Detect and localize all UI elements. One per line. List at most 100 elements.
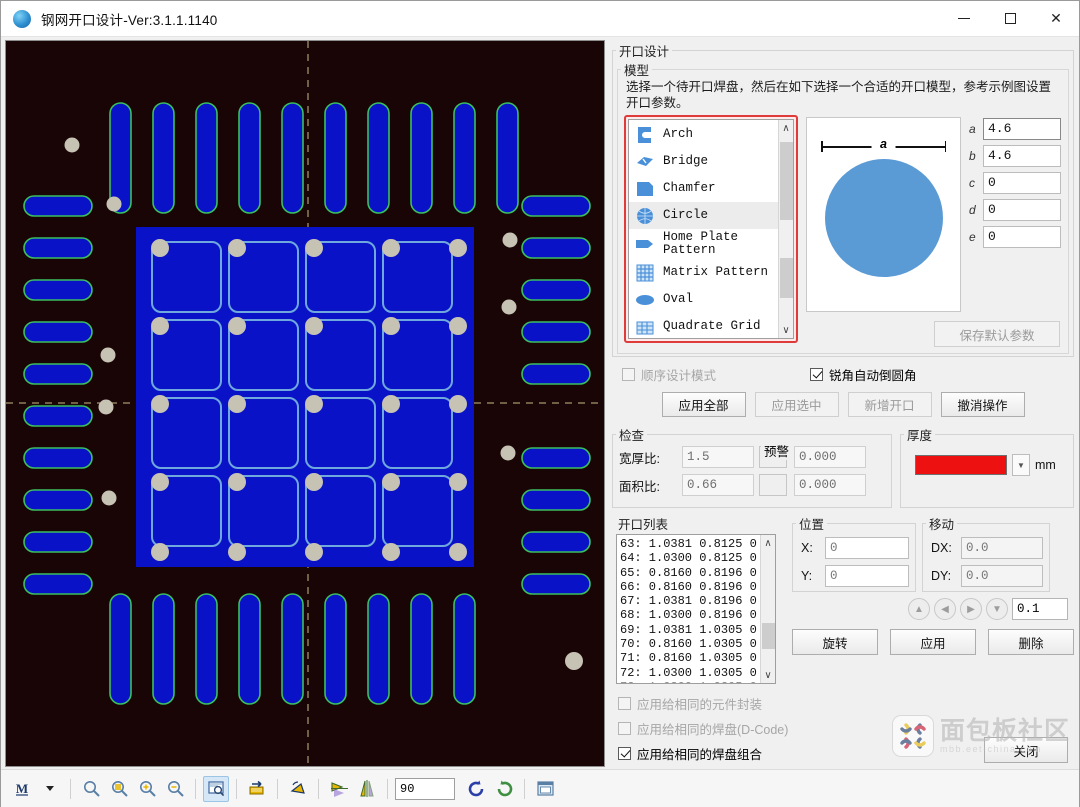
move-dy-input[interactable]: 0.0 — [961, 565, 1043, 587]
scroll-up-icon[interactable]: ∧ — [761, 535, 776, 551]
model-item-matrix-pattern[interactable]: Matrix Pattern — [629, 259, 778, 286]
apply-same-dcode-option[interactable]: 应用给相同的焊盘(D-Code) — [618, 719, 788, 738]
arrow-up-icon[interactable]: ▲ — [908, 598, 930, 620]
bridge-shape-icon — [634, 152, 656, 172]
arrow-down-icon[interactable]: ▼ — [986, 598, 1008, 620]
model-item-quadrate-grid[interactable]: Quadrate Grid — [629, 313, 778, 338]
delete-button[interactable]: 删除 — [988, 629, 1074, 655]
undo-button[interactable]: 撤消操作 — [940, 392, 1025, 417]
scroll-down-icon[interactable]: ∨ — [761, 667, 776, 683]
units-measure-icon[interactable]: M — [9, 776, 35, 802]
rotate-ccw-icon[interactable] — [463, 776, 489, 802]
scroll-thumb[interactable] — [779, 142, 793, 220]
dropdown-caret-icon[interactable] — [37, 776, 63, 802]
opening-list-row[interactable]: 72: 1.0300 1.0305 0 — [620, 666, 760, 680]
param-input-d[interactable]: 0 — [983, 199, 1061, 221]
param-input-e[interactable]: 0 — [983, 226, 1061, 248]
close-window-button[interactable]: ✕ — [1033, 1, 1079, 37]
stencil-aperture-canvas[interactable] — [5, 40, 605, 767]
auto-fillet-checkbox[interactable] — [810, 368, 824, 381]
opening-list-group: 开口列表 63: 1.0381 0.8125 0 64: 1.0300 0.81… — [612, 514, 786, 689]
zoom-fit-icon[interactable] — [106, 776, 132, 802]
mirror-vertical-icon[interactable] — [354, 776, 380, 802]
zoom-icon[interactable] — [78, 776, 104, 802]
opening-list-row[interactable]: 68: 1.0300 0.8196 0 — [620, 608, 760, 622]
apply-same-dcode-checkbox[interactable] — [618, 722, 631, 735]
zoom-in-icon[interactable] — [134, 776, 160, 802]
panel-toggle-icon[interactable] — [532, 776, 558, 802]
scroll-track[interactable] — [761, 551, 776, 667]
model-item-bridge[interactable]: Bridge — [629, 148, 778, 175]
width-thickness-warn-input[interactable]: 0.000 — [794, 446, 866, 468]
apply-button[interactable]: 应用 — [890, 629, 976, 655]
area-ratio-warn-input[interactable]: 0.000 — [794, 474, 866, 496]
model-item-chamfer[interactable]: Chamfer — [629, 175, 778, 202]
apply-all-button[interactable]: 应用全部 — [661, 392, 746, 417]
rotate-shape-icon[interactable] — [285, 776, 311, 802]
position-group-title: 位置 — [799, 518, 825, 532]
nudge-step-input[interactable]: 0.1 — [1012, 598, 1068, 620]
shape-preview: a — [806, 117, 961, 312]
auto-fillet-option[interactable]: 锐角自动倒圆角 — [810, 365, 917, 384]
opening-list-row[interactable]: 69: 1.0381 1.0305 0 — [620, 623, 760, 637]
opening-list-row[interactable]: 67: 1.0381 0.8196 0 — [620, 594, 760, 608]
arrow-right-icon[interactable]: ▶ — [960, 598, 982, 620]
scroll-thumb[interactable] — [761, 623, 775, 649]
param-input-a[interactable]: 4.6 — [983, 118, 1061, 140]
apply-same-padgroup-option[interactable]: 应用给相同的焊盘组合 — [618, 744, 788, 763]
model-listbox[interactable]: Arch Bridge Chamfer Circle Home Plate Pa… — [628, 119, 794, 339]
opening-design-group: 开口设计 模型 选择一个待开口焊盘，然后在如下选择一个合适的开口模型，参考示例图… — [612, 41, 1074, 357]
apply-same-footprint-checkbox[interactable] — [618, 697, 631, 710]
opening-list-row[interactable]: 70: 0.8160 1.0305 0 — [620, 637, 760, 651]
scroll-track[interactable] — [779, 136, 794, 322]
mirror-horizontal-icon[interactable] — [326, 776, 352, 802]
bottom-toolbar: M 90 — [1, 769, 1079, 807]
position-x-input[interactable]: 0 — [825, 537, 909, 559]
close-dialog-button[interactable]: 关闭 — [984, 737, 1068, 763]
apply-same-padgroup-checkbox[interactable] — [618, 747, 631, 760]
model-list-scrollbar[interactable]: ∧ ∨ — [778, 120, 793, 338]
save-default-params-button[interactable]: 保存默认参数 — [934, 321, 1060, 347]
maximize-button[interactable] — [987, 1, 1033, 37]
move-dx-input[interactable]: 0.0 — [961, 537, 1043, 559]
chevron-down-icon[interactable]: ▼ — [1012, 454, 1030, 476]
opening-list-row[interactable]: 66: 0.8160 0.8196 0 — [620, 580, 760, 594]
scroll-up-icon[interactable]: ∧ — [779, 120, 794, 136]
zoom-out-icon[interactable] — [162, 776, 188, 802]
param-input-b[interactable]: 4.6 — [983, 145, 1061, 167]
opening-list-row[interactable]: 73: 1.0300 1.0305 0 — [620, 680, 760, 683]
param-input-c[interactable]: 0 — [983, 172, 1061, 194]
rotation-angle-input[interactable]: 90 — [395, 777, 455, 800]
opening-list-row[interactable]: 63: 1.0381 0.8125 0 — [620, 537, 760, 551]
area-ratio-input[interactable]: 0.66 — [682, 474, 754, 496]
select-region-icon[interactable] — [203, 775, 229, 802]
thickness-color-swatch[interactable] — [915, 455, 1007, 475]
model-item-circle[interactable]: Circle — [629, 202, 778, 229]
opening-list-row[interactable]: 65: 0.8160 0.8196 0 — [620, 566, 760, 580]
apply-options-group: 应用给相同的元件封装 应用给相同的焊盘(D-Code) 应用给相同的焊盘组合 — [618, 694, 788, 763]
opening-list-row[interactable]: 71: 0.8160 1.0305 0 — [620, 651, 760, 665]
area-ratio-button[interactable] — [759, 474, 787, 496]
opening-list-scrollbar[interactable]: ∧ ∨ — [760, 535, 775, 683]
apply-same-footprint-option[interactable]: 应用给相同的元件封装 — [618, 694, 788, 713]
model-item-arch[interactable]: Arch — [629, 121, 778, 148]
arrow-left-icon[interactable]: ◀ — [934, 598, 956, 620]
model-item-oval[interactable]: Oval — [629, 286, 778, 313]
apply-same-dcode-label: 应用给相同的焊盘(D-Code) — [637, 723, 789, 737]
minimize-button[interactable] — [941, 1, 987, 37]
add-opening-button[interactable]: 新增开口 — [847, 392, 932, 417]
opening-list-box[interactable]: 63: 1.0381 0.8125 0 64: 1.0300 0.8125 0 … — [616, 534, 776, 684]
width-thickness-ratio-input[interactable]: 1.5 — [682, 446, 754, 468]
rotate-button[interactable]: 旋转 — [792, 629, 878, 655]
sequential-mode-option[interactable]: 顺序设计模式 — [622, 365, 716, 384]
rotate-cw-icon[interactable] — [491, 776, 517, 802]
scroll-down-icon[interactable]: ∨ — [779, 322, 794, 338]
opening-list-title: 开口列表 — [618, 518, 669, 532]
position-y-input[interactable]: 0 — [825, 565, 909, 587]
opening-list-row[interactable]: 64: 1.0300 0.8125 0 — [620, 551, 760, 565]
step-repeat-icon[interactable] — [244, 776, 270, 802]
model-item-home-plate-pattern[interactable]: Home Plate Pattern — [629, 229, 778, 259]
scroll-thumb-lower[interactable] — [779, 258, 793, 298]
sequential-mode-checkbox[interactable] — [622, 368, 635, 381]
apply-selected-button[interactable]: 应用选中 — [754, 392, 839, 417]
